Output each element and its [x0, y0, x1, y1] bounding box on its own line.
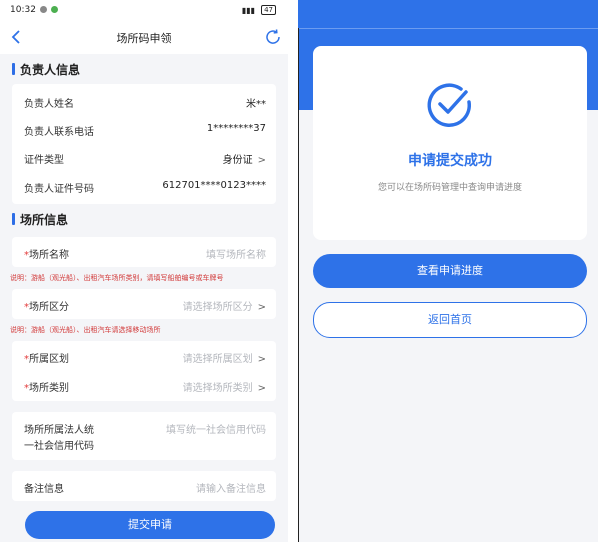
section-header-person: 负责人信息	[0, 56, 288, 82]
field-value: 身份证	[222, 155, 253, 166]
chevron-right-icon: >	[257, 155, 266, 166]
field-label-wrap: *场所类别	[24, 379, 69, 394]
signal-icon: ▮▮▮	[241, 5, 256, 15]
field-value: 米**	[246, 99, 266, 110]
field-person-phone: 负责人联系电话 1********37	[12, 115, 276, 143]
field-select[interactable]: 请选择所属区划 >	[183, 350, 266, 365]
status-time: 10:32	[10, 5, 36, 15]
field-label-wrap: *场所区分	[24, 298, 69, 313]
battery-icon: 47	[261, 5, 276, 15]
person-info-card: 负责人姓名 米** 负责人联系电话 1********37 证件类型 身份证 > …	[12, 84, 276, 204]
view-progress-button[interactable]: 查看申请进度	[313, 254, 587, 288]
success-card: 申请提交成功 您可以在场所码管理中查询申请进度	[313, 46, 587, 240]
status-indicators: ▮▮▮ 47	[242, 5, 276, 15]
field-label: 负责人证件号码	[24, 184, 94, 195]
field-select[interactable]: 请选择场所区分 >	[183, 298, 266, 313]
field-label: 负责人姓名	[24, 99, 74, 110]
field-label-line2: 一社会信用代码	[24, 441, 94, 452]
field-place-area[interactable]: *场所区分 请选择场所区分 >	[12, 290, 276, 318]
nav-bar: 场所码申领	[0, 22, 288, 54]
field-label: 场所区分	[29, 302, 69, 313]
field-remark[interactable]: 备注信息 请输入备注信息	[12, 472, 276, 500]
application-form-screen: 10:32 ▮▮▮ 47 场所码申领 负责人信息 负责人姓名 米** 负责人联系…	[0, 0, 288, 542]
place-name-card: *场所名称 填写场所名称	[12, 237, 276, 267]
page-title: 场所码申领	[116, 32, 172, 45]
field-label: 证件类型	[24, 155, 64, 166]
remark-input[interactable]: 请输入备注信息	[196, 480, 266, 495]
field-value: 1********37	[206, 123, 266, 134]
submit-button[interactable]: 提交申请	[25, 511, 275, 539]
credit-code-input[interactable]: 填写统一社会信用代码	[166, 421, 266, 436]
notification-icon	[40, 6, 47, 13]
field-district[interactable]: *所属区划 请选择所属区划 >	[12, 342, 276, 370]
section-marker	[12, 213, 15, 225]
chevron-right-icon: >	[257, 383, 266, 394]
field-label-wrap: *场所名称	[24, 246, 69, 261]
success-title: 申请提交成功	[408, 153, 492, 169]
section-title: 场所信息	[20, 213, 69, 227]
field-person-name: 负责人姓名 米**	[12, 87, 276, 115]
refresh-icon[interactable]	[264, 28, 282, 46]
field-category[interactable]: *场所类别 请选择场所类别 >	[12, 371, 276, 399]
field-value: 612701****0123****	[162, 180, 266, 191]
success-subtitle: 您可以在场所码管理中查询申请进度	[377, 183, 522, 193]
district-category-card: *所属区划 请选择所属区划 > *场所类别 请选择场所类别 >	[12, 341, 276, 401]
chevron-right-icon: >	[257, 302, 266, 313]
field-label-line1: 场所所属法人统	[24, 425, 94, 436]
field-select[interactable]: 请选择场所类别 >	[183, 379, 266, 394]
field-label-wrap: *所属区划	[24, 350, 69, 365]
field-id-number: 负责人证件号码 612701****0123****	[12, 172, 276, 200]
field-label: 备注信息	[24, 484, 64, 495]
section-title: 负责人信息	[20, 63, 81, 77]
note-place-name: 说明：游船（观光船）、出租汽车场所类别，请填写船舶编号或车牌号	[10, 274, 224, 282]
field-value-wrap: 身份证 >	[223, 151, 266, 166]
place-area-card: *场所区分 请选择场所区分 >	[12, 289, 276, 319]
select-placeholder: 请选择所属区划	[182, 354, 253, 365]
field-label: 负责人联系电话	[24, 127, 94, 138]
select-placeholder: 请选择场所类别	[182, 383, 253, 394]
remark-card: 备注信息 请输入备注信息	[12, 471, 276, 501]
section-marker	[12, 63, 15, 75]
field-label: 所属区划	[29, 354, 69, 365]
back-home-button[interactable]: 返回首页	[313, 302, 587, 338]
field-credit-code[interactable]: 场所所属法人统 一社会信用代码 填写统一社会信用代码	[12, 412, 276, 460]
field-id-type[interactable]: 证件类型 身份证 >	[12, 143, 276, 171]
field-label: 场所名称	[29, 250, 69, 261]
app-notification-icon	[51, 6, 58, 13]
success-check-icon	[427, 83, 471, 127]
header-divider	[298, 28, 598, 29]
field-place-name[interactable]: *场所名称 填写场所名称	[12, 238, 276, 266]
success-screen: 申请提交成功 您可以在场所码管理中查询申请进度 查看申请进度 返回首页	[298, 0, 598, 542]
place-name-input[interactable]: 填写场所名称	[206, 246, 266, 261]
notification-icons	[40, 6, 58, 13]
field-label: 场所类别	[29, 383, 69, 394]
status-bar: 10:32 ▮▮▮ 47	[0, 0, 288, 22]
note-place-area: 说明：游船（观光船）、出租汽车请选择移动场所	[10, 326, 161, 334]
credit-code-card: 场所所属法人统 一社会信用代码 填写统一社会信用代码	[12, 412, 276, 460]
screen-edge	[298, 28, 299, 542]
section-header-place: 场所信息	[0, 206, 288, 232]
select-placeholder: 请选择场所区分	[182, 302, 253, 313]
chevron-right-icon: >	[257, 354, 266, 365]
